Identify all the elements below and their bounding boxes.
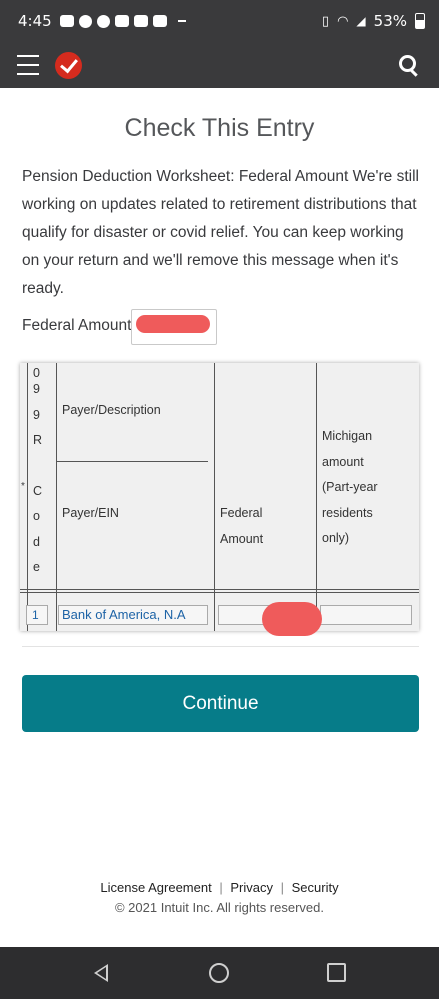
michigan-amount-input[interactable] bbox=[320, 605, 412, 625]
redaction-mark bbox=[136, 315, 210, 333]
privacy-link[interactable]: Privacy bbox=[230, 880, 273, 895]
recent-apps-icon[interactable] bbox=[327, 963, 346, 982]
message-icon bbox=[59, 15, 74, 27]
divider bbox=[22, 646, 419, 647]
notification-icons bbox=[59, 14, 186, 28]
code-input[interactable]: 1 bbox=[26, 605, 48, 625]
battery-percent: 53% bbox=[373, 12, 407, 30]
redaction-mark bbox=[262, 602, 322, 636]
page-title: Check This Entry bbox=[124, 114, 315, 142]
back-icon[interactable] bbox=[94, 964, 108, 982]
michigan-amount-header: Michigan amount (Part-year residents onl… bbox=[322, 429, 378, 545]
payer-input[interactable]: Bank of America, N.A bbox=[58, 605, 208, 625]
status-time: 4:45 bbox=[18, 12, 52, 30]
messenger-icon bbox=[96, 14, 110, 28]
security-link[interactable]: Security bbox=[292, 880, 339, 895]
separator: | bbox=[219, 880, 223, 895]
wifi-icon: ◠ bbox=[337, 13, 349, 29]
game-icon bbox=[152, 15, 167, 27]
separator: | bbox=[280, 880, 284, 895]
federal-amount-header: Federal Amount bbox=[220, 506, 264, 546]
search-icon[interactable] bbox=[399, 55, 419, 77]
vibrate-icon: ▯ bbox=[321, 13, 330, 29]
code-column-header: 0 9 9 R C o d e bbox=[33, 367, 43, 574]
game-icon bbox=[133, 15, 148, 27]
android-nav-bar bbox=[0, 947, 439, 999]
game-icon bbox=[114, 15, 129, 27]
battery-icon bbox=[415, 13, 425, 29]
continue-button[interactable]: Continue bbox=[22, 675, 419, 732]
payer-description-header: Payer/Description bbox=[62, 403, 161, 417]
worksheet-table: 0 9 9 R C o d e * Payer/Description Paye… bbox=[20, 363, 419, 631]
info-message: Pension Deduction Worksheet: Federal Amo… bbox=[22, 168, 419, 297]
turbotax-logo-icon bbox=[55, 52, 82, 79]
license-agreement-link[interactable]: License Agreement bbox=[100, 880, 211, 895]
copyright: © 2021 Intuit Inc. All rights reserved. bbox=[114, 900, 324, 915]
footer-links: License Agreement | Privacy | Security bbox=[0, 880, 439, 895]
menu-icon[interactable] bbox=[17, 55, 39, 75]
app-bar bbox=[0, 42, 439, 88]
home-icon[interactable] bbox=[209, 963, 229, 983]
signal-icon: ◢ bbox=[356, 14, 366, 28]
more-notifications-icon bbox=[177, 20, 186, 22]
status-bar: 4:45 ▯ ◠ ◢ 53% bbox=[0, 0, 439, 42]
payer-ein-header: Payer/EIN bbox=[62, 506, 119, 520]
messenger-icon bbox=[78, 14, 92, 28]
federal-amount-label: Federal Amount bbox=[22, 317, 132, 334]
system-icons: ▯ ◠ ◢ 53% bbox=[322, 12, 425, 30]
required-marker: * bbox=[21, 481, 25, 492]
